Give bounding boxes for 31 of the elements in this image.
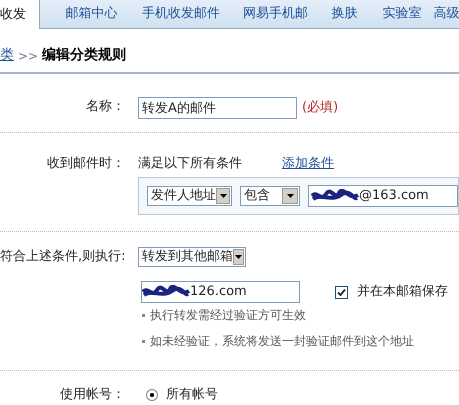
nav-tab[interactable]: 手机收发邮件	[130, 0, 232, 28]
condition-description: 满足以下所有条件	[138, 155, 242, 174]
bullet-icon	[142, 340, 145, 342]
forward-address-field[interactable]: 126.com	[141, 281, 300, 303]
name-field[interactable]: 转发A的邮件	[138, 97, 297, 119]
keep-copy-checkbox[interactable]	[335, 286, 348, 298]
nav-tab[interactable]: 网易手机邮	[232, 0, 319, 28]
radio-label: 所有帐号	[166, 386, 218, 404]
breadcrumb-link[interactable]: 类	[0, 45, 14, 66]
condition-value-field[interactable]: @163.com	[308, 185, 458, 207]
field-label: 名称：	[85, 98, 125, 116]
condition-operator-select[interactable]: 包含	[240, 186, 300, 206]
add-condition-link[interactable]: 添加条件	[282, 154, 334, 174]
radio-button[interactable]	[146, 389, 158, 401]
breadcrumb-separator: >>	[18, 48, 38, 64]
condition-field-select[interactable]: 发件人地址	[147, 186, 232, 206]
page-title: 编辑分类规则	[42, 46, 126, 65]
hint-text: 执行转发需经过验证方可生效	[150, 307, 306, 324]
field-label: 使用帐号：	[59, 386, 125, 404]
nav-tab[interactable]: 收发	[0, 0, 40, 29]
checkbox-label: 并在本邮箱保存	[357, 283, 448, 302]
required-note: (必填)	[302, 99, 338, 118]
bullet-icon	[142, 314, 145, 316]
hint-text: 如未经验证，系统将发送一封验证邮件到这个地址	[150, 333, 414, 350]
nav-tab[interactable]: 邮箱中心	[40, 0, 130, 28]
nav-tab[interactable]: 高级	[434, 0, 459, 28]
nav-tab[interactable]: 换肤	[319, 0, 370, 28]
nav-tab[interactable]: 实验室	[370, 0, 434, 28]
field-label: 收到邮件时：	[46, 155, 125, 173]
field-label: 符合上述条件,则执行:	[0, 248, 125, 266]
action-select[interactable]: 转发到其他邮箱	[138, 247, 246, 267]
